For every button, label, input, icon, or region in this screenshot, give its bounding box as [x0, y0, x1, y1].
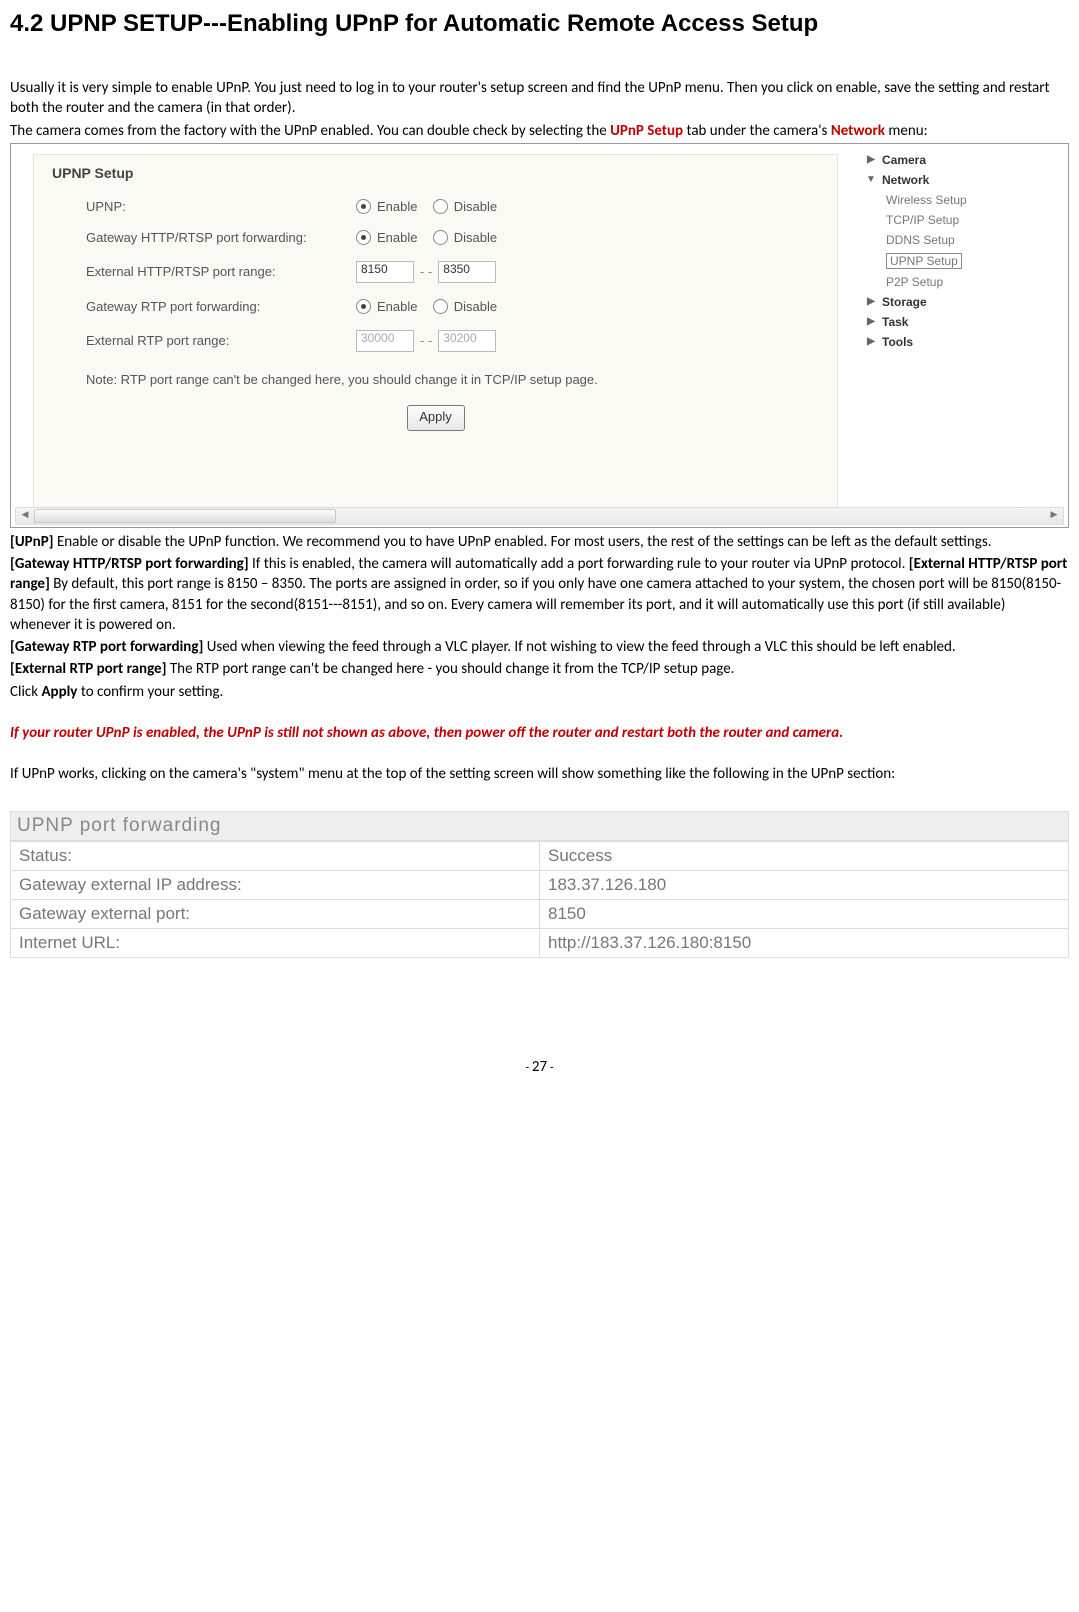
- label-gwhttp: Gateway HTTP/RTSP port forwarding:: [86, 230, 356, 245]
- upnp-settings-screenshot: UPNP Setup UPNP: Enable Disable Gateway …: [10, 143, 1069, 528]
- cell-v: Success: [540, 842, 1069, 871]
- row-exthttp: External HTTP/RTSP port range: 8150 - - …: [34, 253, 837, 291]
- chevron-right-icon: ▶: [866, 316, 876, 327]
- radio-gwrtp-disable[interactable]: [433, 299, 448, 314]
- table-row: Status:Success: [11, 842, 1069, 871]
- upnp-form: UPNP Setup UPNP: Enable Disable Gateway …: [33, 154, 838, 511]
- sidemenu-tcpip[interactable]: TCP/IP Setup: [866, 210, 1056, 230]
- scroll-thumb[interactable]: [34, 509, 336, 523]
- opt-upnp-enable: Enable: [377, 199, 417, 214]
- chevron-right-icon: ▶: [866, 296, 876, 307]
- page-number: - 27 -: [10, 1058, 1069, 1076]
- cell-k: Gateway external port:: [11, 900, 540, 929]
- table-row: Gateway external IP address:183.37.126.1…: [11, 871, 1069, 900]
- sidemenu: ▶Camera ▼Network Wireless Setup TCP/IP S…: [866, 150, 1056, 352]
- upnp-status-table: UPNP port forwarding Status:Success Gate…: [10, 811, 1069, 958]
- status-caption: UPNP port forwarding: [10, 811, 1069, 841]
- p2-post: menu:: [885, 122, 928, 140]
- chevron-right-icon: ▶: [866, 336, 876, 347]
- input-exthttp-from[interactable]: 8150: [356, 261, 414, 283]
- desc-system: If UPnP works, clicking on the camera's …: [10, 764, 1069, 784]
- h-scrollbar[interactable]: ◀ ▶: [15, 507, 1064, 525]
- sidemenu-task[interactable]: ▶Task: [866, 312, 1056, 332]
- radio-upnp-enable[interactable]: [356, 199, 371, 214]
- desc-apply: Click Apply to confirm your setting.: [10, 682, 1069, 702]
- chevron-right-icon: ▶: [866, 154, 876, 165]
- row-upnp: UPNP: Enable Disable: [34, 191, 837, 222]
- p2-pre: The camera comes from the factory with t…: [10, 122, 610, 140]
- label-upnp: UPNP:: [86, 199, 356, 214]
- label-gwrtp: Gateway RTP port forwarding:: [86, 299, 356, 314]
- desc-extrtp: [External RTP port range] The RTP port r…: [10, 659, 1069, 679]
- panel-title: UPNP Setup: [34, 155, 837, 191]
- desc-gwhttp: [Gateway HTTP/RTSP port forwarding] If t…: [10, 554, 1069, 635]
- section-heading: 4.2 UPNP SETUP---Enabling UPnP for Autom…: [10, 10, 1069, 38]
- intro-para-2: The camera comes from the factory with t…: [10, 121, 1069, 141]
- panel-note: Note: RTP port range can't be changed he…: [34, 360, 837, 391]
- sidemenu-ddns[interactable]: DDNS Setup: [866, 230, 1056, 250]
- radio-gwhttp-enable[interactable]: [356, 230, 371, 245]
- scroll-left-icon[interactable]: ◀: [18, 509, 32, 521]
- sidemenu-upnp[interactable]: UPNP Setup: [866, 250, 1056, 272]
- p2-mid: tab under the camera's: [683, 122, 831, 140]
- sidemenu-tools[interactable]: ▶Tools: [866, 332, 1056, 352]
- radio-gwhttp-disable[interactable]: [433, 230, 448, 245]
- sidemenu-wireless[interactable]: Wireless Setup: [866, 190, 1056, 210]
- row-gwrtp: Gateway RTP port forwarding: Enable Disa…: [34, 291, 837, 322]
- sidemenu-camera[interactable]: ▶Camera: [866, 150, 1056, 170]
- p2-red2: Network: [831, 122, 885, 140]
- label-exthttp: External HTTP/RTSP port range:: [86, 264, 356, 279]
- desc-gwrtp: [Gateway RTP port forwarding] Used when …: [10, 637, 1069, 657]
- warning-text: If your router UPnP is enabled, the UPnP…: [10, 723, 1069, 743]
- cell-k: Gateway external IP address:: [11, 871, 540, 900]
- scroll-right-icon[interactable]: ▶: [1047, 509, 1061, 521]
- radio-gwrtp-enable[interactable]: [356, 299, 371, 314]
- row-gwhttp: Gateway HTTP/RTSP port forwarding: Enabl…: [34, 222, 837, 253]
- cell-v: 8150: [540, 900, 1069, 929]
- opt-gwrtp-enable: Enable: [377, 299, 417, 314]
- cell-v: 183.37.126.180: [540, 871, 1069, 900]
- label-extrtp: External RTP port range:: [86, 333, 356, 348]
- p2-red1: UPnP Setup: [610, 122, 683, 140]
- cell-v: http://183.37.126.180:8150: [540, 929, 1069, 958]
- input-extrtp-to: 30200: [438, 330, 496, 352]
- opt-upnp-disable: Disable: [454, 199, 497, 214]
- chevron-down-icon: ▼: [866, 174, 876, 185]
- table-row: Internet URL:http://183.37.126.180:8150: [11, 929, 1069, 958]
- sidemenu-network[interactable]: ▼Network: [866, 170, 1056, 190]
- input-exthttp-to[interactable]: 8350: [438, 261, 496, 283]
- apply-button[interactable]: Apply: [407, 405, 465, 431]
- sidemenu-p2p[interactable]: P2P Setup: [866, 272, 1056, 292]
- radio-upnp-disable[interactable]: [433, 199, 448, 214]
- desc-upnp: [UPnP] Enable or disable the UPnP functi…: [10, 532, 1069, 552]
- sep-dash-1: - -: [420, 264, 432, 279]
- opt-gwhttp-enable: Enable: [377, 230, 417, 245]
- intro-para-1: Usually it is very simple to enable UPnP…: [10, 78, 1069, 119]
- sidemenu-storage[interactable]: ▶Storage: [866, 292, 1056, 312]
- table-row: Gateway external port:8150: [11, 900, 1069, 929]
- row-extrtp: External RTP port range: 30000 - - 30200: [34, 322, 837, 360]
- opt-gwrtp-disable: Disable: [454, 299, 497, 314]
- input-extrtp-from: 30000: [356, 330, 414, 352]
- sep-dash-2: - -: [420, 333, 432, 348]
- opt-gwhttp-disable: Disable: [454, 230, 497, 245]
- cell-k: Status:: [11, 842, 540, 871]
- cell-k: Internet URL:: [11, 929, 540, 958]
